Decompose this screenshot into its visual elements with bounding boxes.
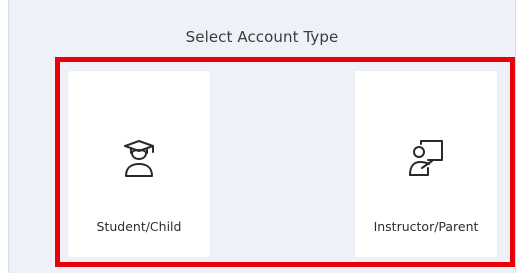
page-title: Select Account Type (185, 28, 339, 46)
selection-highlight-border (55, 57, 515, 267)
